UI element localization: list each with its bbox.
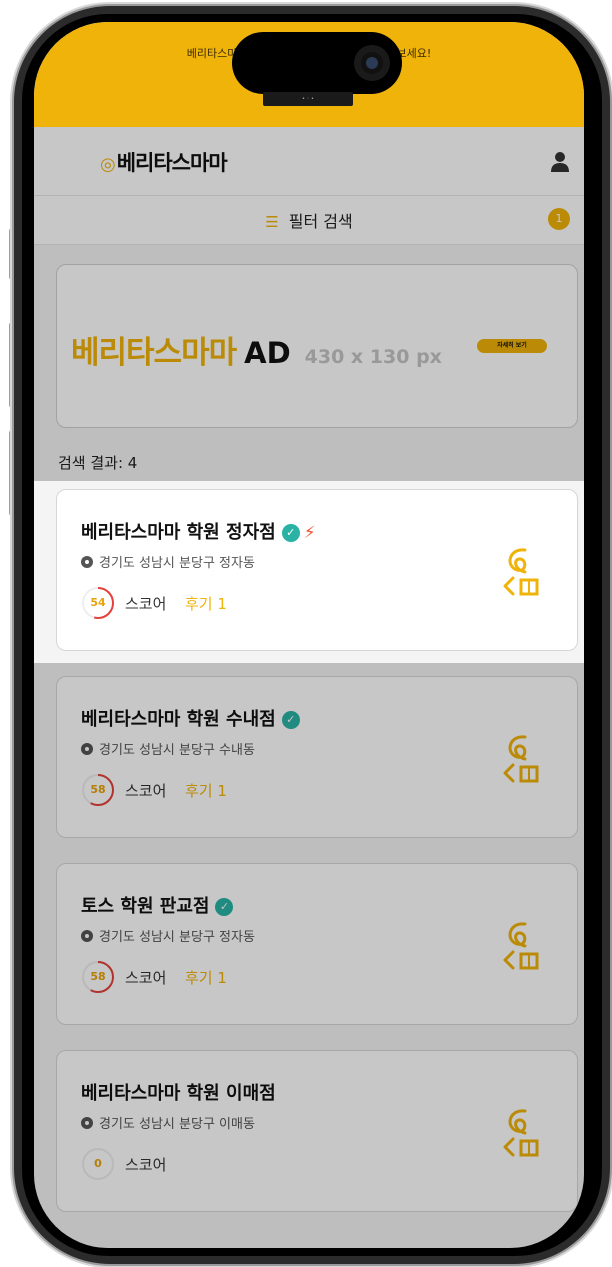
dim-overlay-bottom xyxy=(34,663,584,1248)
dynamic-island xyxy=(232,32,402,94)
lightning-icon: ⚡ xyxy=(303,523,316,543)
card-name: 베리타스마마 학원 정자점 xyxy=(81,522,276,543)
location-pin-icon xyxy=(81,556,93,568)
score-value: 54 xyxy=(90,596,106,609)
academy-logo-icon xyxy=(503,548,539,596)
dim-overlay-top xyxy=(34,127,584,481)
review-count[interactable]: 후기 1 xyxy=(185,593,227,614)
phone-screen: 베리타스마마에서 우리 동네 학원 정보를 남겨보세요! ◎베리타스마마 ☰필터… xyxy=(34,22,584,1248)
card-location-text: 경기도 성남시 분당구 정자동 xyxy=(99,556,255,571)
academy-card[interactable]: 베리타스마마 학원 정자점 ✓ ⚡ 경기도 성남시 분당구 정자동 54 스코어 후… xyxy=(56,489,578,651)
score-label: 스코어 xyxy=(125,595,167,613)
island-indicator: • ◦ • xyxy=(263,92,353,106)
camera-icon xyxy=(354,45,390,81)
card-location: 경기도 성남시 분당구 정자동 xyxy=(81,552,255,571)
verified-icon: ✓ xyxy=(281,524,300,542)
card-title: 베리타스마마 학원 정자점 ✓ ⚡ xyxy=(81,518,316,544)
